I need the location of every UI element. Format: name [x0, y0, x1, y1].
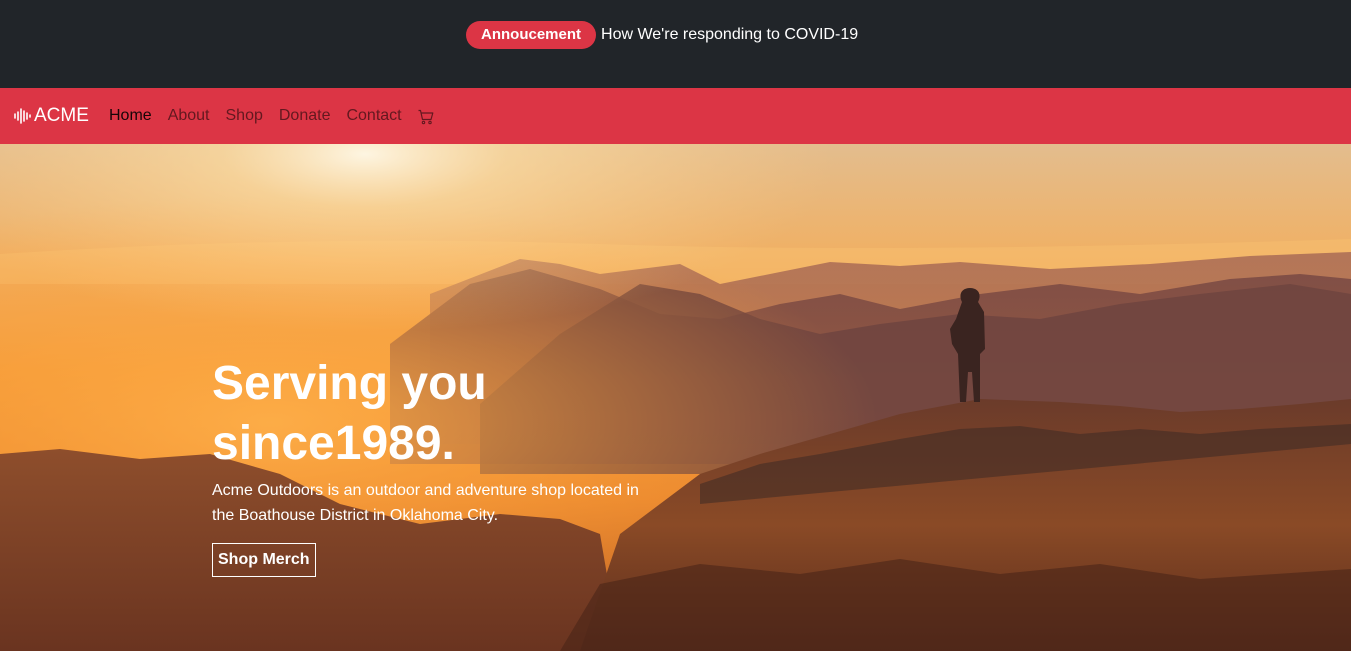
hero-title: Serving you since1989. [212, 357, 487, 470]
nav-link-home[interactable]: Home [109, 105, 152, 127]
hero-background-image [0, 144, 1351, 651]
nav-link-shop[interactable]: Shop [226, 105, 263, 127]
nav-link-donate[interactable]: Donate [279, 105, 331, 127]
announcement-bar: Annoucement How We're responding to COVI… [0, 0, 1351, 88]
brand-logo[interactable]: ACME [14, 105, 89, 127]
nav-link-about[interactable]: About [168, 105, 210, 127]
cart-link[interactable] [418, 109, 434, 125]
cart-icon [418, 109, 434, 124]
navbar: ACME Home About Shop Donate Contact [0, 88, 1351, 144]
announcement-badge[interactable]: Annoucement [466, 21, 597, 49]
soundwave-icon [14, 108, 31, 124]
nav-links: Home About Shop Donate Contact [109, 105, 434, 127]
announcement-link[interactable]: How We're responding to COVID-19 [601, 26, 858, 44]
hero-description: Acme Outdoors is an outdoor and adventur… [212, 482, 639, 524]
nav-link-contact[interactable]: Contact [346, 105, 401, 127]
shop-merch-button[interactable]: Shop Merch [212, 543, 316, 577]
announcement: Annoucement How We're responding to COVI… [466, 21, 858, 49]
hero-content: Serving you since1989. Acme Outdoors is … [212, 354, 672, 577]
brand-name: ACME [34, 105, 89, 126]
hero: Serving you since1989. Acme Outdoors is … [0, 144, 1351, 651]
